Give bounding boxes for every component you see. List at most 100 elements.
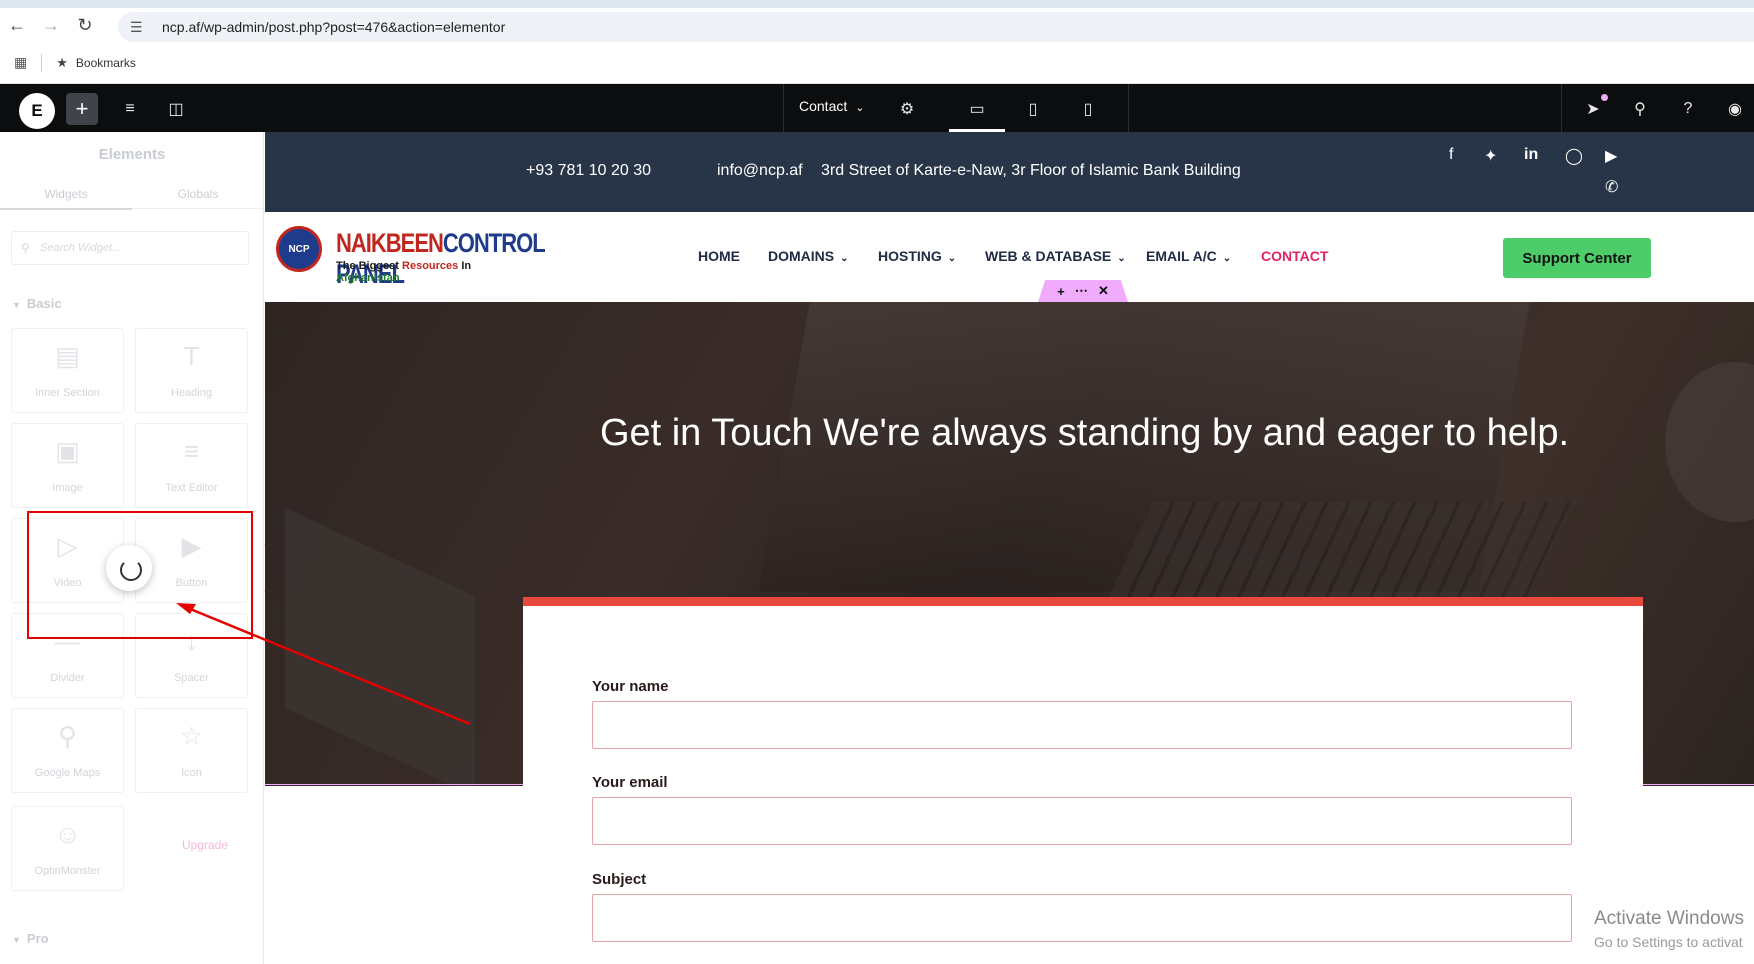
nav-email-ac[interactable]: EMAIL A/C ⌄ [1146,248,1231,264]
chevron-down-icon: ⌄ [855,102,865,114]
gear-icon[interactable]: ⚙ [894,96,920,122]
panel-title: Elements [98,146,166,163]
widget-image[interactable]: ▣ Image [11,423,124,508]
back-icon[interactable]: ← [0,8,34,42]
nav-home[interactable]: HOME [698,248,740,264]
add-section-icon[interactable]: + [1057,284,1065,299]
site-settings-icon[interactable]: ☰ [130,19,152,36]
contact-email[interactable]: info@ncp.af [717,162,803,180]
twitter-icon[interactable]: ✦ [1484,146,1497,166]
nav-label: HOSTING [878,248,942,264]
widget-label: Inner Section [35,387,100,399]
widget-label: Divider [50,672,85,684]
hero-background-tablet [285,507,475,786]
widget-optinmonster[interactable]: ☺ OptinMonster [11,806,124,891]
logo-badge: NCP [276,226,322,272]
search-input[interactable] [12,232,248,264]
optinmonster-icon: ☺ [54,819,81,849]
sliders-icon[interactable]: ≡ [117,96,143,122]
bookmarks-folder[interactable]: Bookmarks [76,56,136,70]
widget-inner-section[interactable]: ▤ Inner Section [11,328,124,413]
mobile-icon[interactable]: ▯ [1075,96,1101,122]
facebook-icon[interactable]: f [1449,146,1453,164]
widget-label: Spacer [174,672,209,684]
section-handle[interactable]: + ⋯ ✕ [1038,280,1128,302]
panel-tabs: Widgets Globals [0,177,264,210]
elementor-logo-icon[interactable]: E [19,93,55,129]
widget-label: Icon [181,767,202,779]
category-pro-label: Pro [26,931,49,946]
widget-label: OptinMonster [34,865,101,877]
browser-toolbar: ← → ↻ ☰ ncp.af/wp-admin/post.php?post=47… [0,8,1754,42]
instagram-icon[interactable]: ◯ [1565,146,1583,166]
upgrade-link[interactable]: Upgrade [182,838,228,852]
nav-domains[interactable]: DOMAINS ⌄ [768,248,849,264]
email-field[interactable] [592,797,1572,845]
widget-google-maps[interactable]: ⚲ Google Maps [11,708,124,793]
nav-label: EMAIL A/C [1146,248,1217,264]
widget-icon[interactable]: ☆ Icon [135,708,248,793]
nav-web-database[interactable]: WEB & DATABASE ⌄ [985,248,1126,264]
inner-section-icon: ▤ [55,341,80,371]
add-element-button[interactable]: + [66,93,98,125]
bookmarks-separator [41,53,43,72]
nav-label: DOMAINS [768,248,835,264]
logo-tagline-c: In [458,260,472,272]
contact-phone[interactable]: +93 781 10 20 30 [526,162,651,180]
elementor-top-bar: E + ≡ ◫ Contact ⌄ ⚙ ▭ ▯ ▯ ➤ ⚲ ? ◉ [0,84,1754,132]
name-field[interactable] [592,701,1572,749]
subject-label: Subject [592,871,647,888]
whatsapp-icon[interactable]: ✆ [1605,177,1618,197]
tab-globals[interactable]: Globals [132,187,264,201]
activate-windows-subtitle: Go to Settings to activat [1594,934,1743,950]
category-pro[interactable]: ▼ Pro [12,931,49,946]
subject-field[interactable] [592,894,1572,942]
support-center-button[interactable]: Support Center [1503,238,1651,278]
logo-tagline-d: Afghanistan [336,272,400,284]
annotation-highlight-box [27,511,253,639]
eye-icon[interactable]: ◉ [1722,96,1748,122]
activate-windows-title: Activate Windows [1594,908,1744,929]
logo-tagline: The Biggest Resources In Afghanistan [336,260,506,284]
url-text[interactable]: ncp.af/wp-admin/post.php?post=476&action… [162,19,505,35]
site-logo[interactable]: NCP NAIKBEENCONTROL PANEL The Biggest Re… [274,220,545,289]
widget-label: Heading [171,387,212,399]
tablet-icon[interactable]: ▯ [1020,96,1046,122]
forward-icon[interactable]: → [34,8,68,42]
nav-contact[interactable]: CONTACT [1261,248,1328,264]
widget-search[interactable]: ⚲ [11,231,249,265]
contact-address: 3rd Street of Karte-e-Naw, 3r Floor of I… [821,162,1241,179]
widget-label: Google Maps [34,767,101,779]
reload-icon[interactable]: ↻ [68,8,102,42]
nav-hosting[interactable]: HOSTING ⌄ [878,248,956,264]
tab-widgets[interactable]: Widgets [0,187,132,210]
nav-label: HOME [698,248,740,264]
help-icon[interactable]: ? [1675,96,1701,122]
star-icon: ☆ [179,721,204,751]
search-icon[interactable]: ⚲ [1627,96,1653,122]
category-basic[interactable]: ▼ Basic [12,296,62,311]
widget-label: Image [52,482,83,494]
widget-text-editor[interactable]: ≡ Text Editor [135,423,248,508]
address-bar[interactable]: ☰ ncp.af/wp-admin/post.php?post=476&acti… [118,12,1754,42]
layers-icon[interactable]: ◫ [163,96,189,122]
chevron-down-icon: ⌄ [1117,253,1126,264]
chevron-down-icon: ⌄ [947,253,957,264]
delete-section-icon[interactable]: ✕ [1098,283,1109,299]
star-icon: ★ [56,54,68,70]
email-label: Your email [592,774,668,791]
apps-grid-icon[interactable]: ▦ [14,54,27,71]
text-editor-icon: ≡ [183,436,200,466]
chevron-down-icon: ⌄ [1222,253,1232,264]
browser-tab-strip [0,0,1754,8]
widget-heading[interactable]: T Heading [135,328,248,413]
desktop-icon[interactable]: ▭ [964,96,990,122]
youtube-icon[interactable]: ▶ [1605,146,1617,166]
logo-tagline-a: The Biggest [336,260,403,272]
widget-label: Text Editor [165,482,218,494]
toolbar-separator [1561,84,1562,132]
page-selector[interactable]: Contact ⌄ [799,98,864,114]
screen: ← → ↻ ☰ ncp.af/wp-admin/post.php?post=47… [0,0,1754,964]
linkedin-icon[interactable]: in [1524,146,1538,164]
drag-handle-icon[interactable]: ⋯ [1075,283,1088,299]
